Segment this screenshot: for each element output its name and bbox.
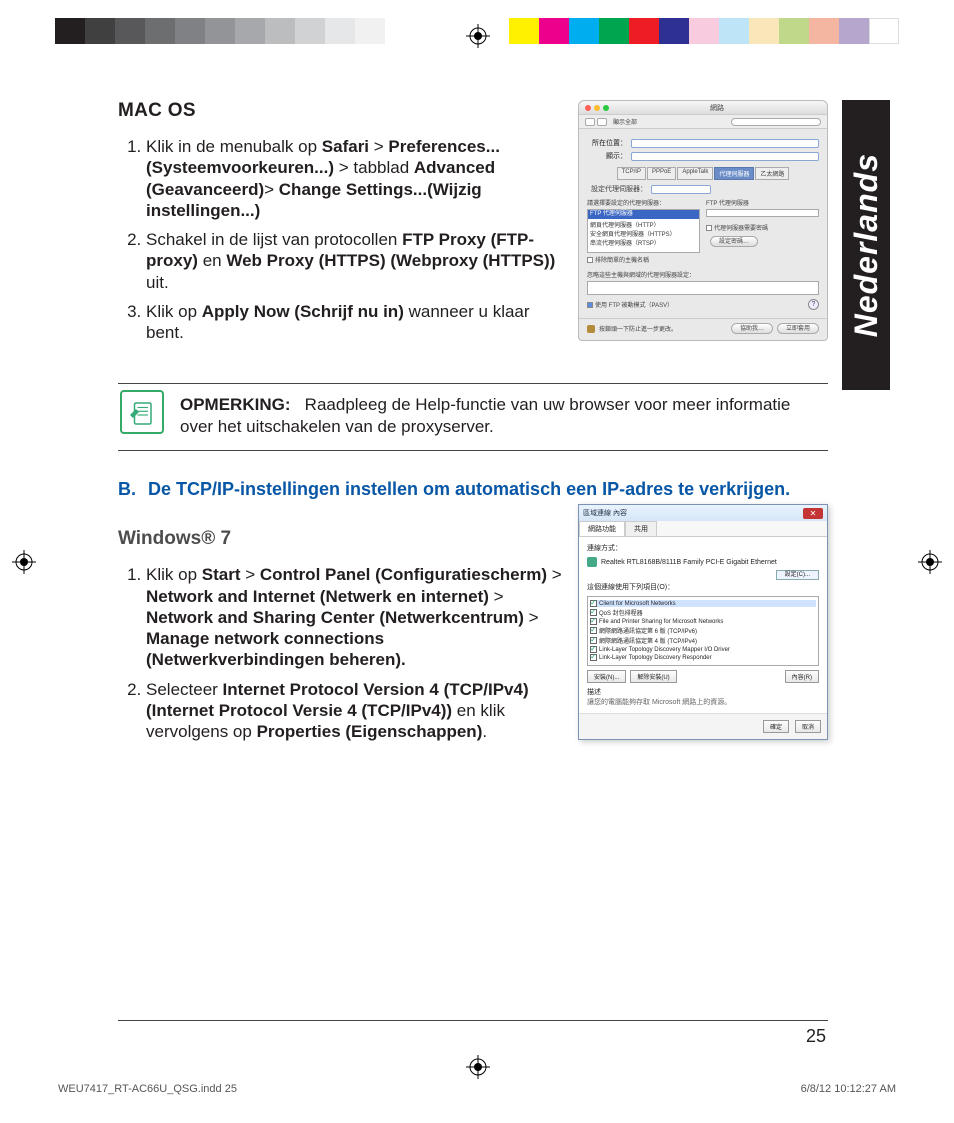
protocols-header: 請選擇要設定的代理伺服器： — [587, 198, 700, 207]
macos-step-1: Klik in de menubalk op Safari > Preferen… — [146, 136, 564, 221]
mac-tab-appletalk: AppleTalk — [677, 167, 713, 180]
item-ipv4: 網際網路通訊協定第 4 版 (TCP/IPv4) — [599, 636, 697, 645]
mac-tab-proxies: 代理伺服器 — [714, 167, 754, 180]
protocol-https: 安全網頁代理伺服器（HTTPS） — [590, 229, 676, 238]
mac-network-dialog: 網路 顯示全部 所在位置： 顯示： — [578, 100, 828, 341]
bypass-label: 忽略這些主機與網域的代理伺服器設定： — [587, 270, 819, 279]
imprint-line: WEU7417_RT-AC66U_QSG.indd 25 6/8/12 10:1… — [58, 1083, 896, 1095]
language-tab: Nederlands — [842, 100, 890, 390]
note-text: OPMERKING: Raadpleeg de Help-functie van… — [180, 394, 826, 438]
mac-tab-tcpip: TCP/IP — [617, 167, 646, 180]
registration-mark-icon — [12, 550, 36, 574]
assist-button: 協助我… — [731, 323, 773, 334]
proxy-config-select — [651, 185, 711, 194]
note-block: OPMERKING: Raadpleeg de Help-functie van… — [118, 383, 828, 451]
mac-tab-pppoe: PPPoE — [647, 167, 676, 180]
location-select — [631, 139, 819, 148]
nav-buttons — [585, 118, 607, 126]
uninstall-button: 解除安裝(U) — [630, 670, 676, 683]
exclude-simple-hostnames: 排除簡單的主機名稱 — [595, 255, 649, 264]
apply-now-button: 立即套用 — [777, 323, 819, 334]
description-label: 描述 — [587, 687, 819, 697]
macos-heading: MAC OS — [118, 100, 564, 122]
mac-tab-ethernet: 乙太網路 — [755, 167, 789, 180]
win-title: 區域連線 內容 — [583, 508, 627, 518]
help-icon: ? — [808, 299, 819, 310]
item-ipv6: 網際網路通訊協定第 6 版 (TCP/IPv6) — [599, 626, 697, 635]
ok-button: 確定 — [763, 720, 789, 733]
minimize-icon — [594, 105, 600, 111]
windows7-steps: Klik op Start > Control Panel (Configura… — [118, 564, 564, 742]
items-list: Client for Microsoft Networks QoS 封包排程器 … — [587, 596, 819, 666]
mac-window-title: 網路 — [710, 103, 724, 113]
show-label: 顯示： — [587, 151, 627, 161]
search-field — [731, 118, 821, 126]
win-step-2: Selecteer Internet Protocol Version 4 (T… — [146, 679, 564, 743]
adapter-icon — [587, 557, 597, 567]
language-tab-label: Nederlands — [848, 153, 885, 337]
item-qos: QoS 封包排程器 — [599, 608, 643, 617]
note-icon — [120, 390, 164, 434]
bypass-field — [587, 281, 819, 295]
proxy-password-checkbox: 代理伺服器需要密碼 — [714, 223, 768, 232]
configure-button: 設定(C)... — [776, 570, 819, 580]
lock-text: 按鎖頭一下防止進一步更改。 — [599, 324, 677, 333]
color-swatches — [509, 18, 899, 44]
registration-mark-icon — [466, 24, 490, 48]
close-icon — [585, 105, 591, 111]
item-lltd-responder: Link-Layer Topology Discovery Responder — [599, 655, 712, 661]
install-button: 安裝(N)... — [587, 670, 626, 683]
imprint-file: WEU7417_RT-AC66U_QSG.indd 25 — [58, 1083, 237, 1095]
section-b-heading: B. De TCP/IP-instellingen instellen om a… — [118, 479, 828, 500]
item-client: Client for Microsoft Networks — [599, 601, 676, 607]
section-letter: B. — [118, 479, 138, 500]
protocols-list: FTP 代理伺服器 網頁代理伺服器（HTTP） 安全網頁代理伺服器（HTTPS）… — [587, 209, 700, 253]
adapter-name: Realtek RTL8168B/8111B Family PCI-E Giga… — [601, 559, 777, 566]
footer-rule — [118, 1020, 828, 1021]
ftp-proxy-header: FTP 代理伺服器 — [706, 198, 819, 207]
location-label: 所在位置： — [587, 138, 627, 148]
ftp-proxy-host-field — [706, 209, 819, 217]
pasv-checkbox: 使用 FTP 被動模式（PASV） — [595, 300, 673, 309]
registration-mark-icon — [918, 550, 942, 574]
show-select — [631, 152, 819, 161]
win-step-1: Klik op Start > Control Panel (Configura… — [146, 564, 564, 670]
windows7-heading: Windows® 7 — [118, 528, 564, 550]
cancel-button: 取消 — [795, 720, 821, 733]
lock-icon — [587, 325, 595, 333]
win-tab-sharing: 共用 — [625, 521, 657, 536]
macos-step-2: Schakel in de lijst van protocollen FTP … — [146, 229, 564, 293]
items-label: 這個連線使用下列項目(O)： — [587, 582, 819, 592]
item-fileprint: File and Printer Sharing for Microsoft N… — [599, 619, 723, 625]
protocol-http: 網頁代理伺服器（HTTP） — [590, 220, 660, 229]
win-tab-networking: 網路功能 — [579, 521, 625, 536]
set-password-button: 設定密碼… — [710, 236, 758, 247]
macos-step-3: Klik op Apply Now (Schrijf nu in) wannee… — [146, 301, 564, 344]
description-text: 讓您的電腦能夠存取 Microsoft 網路上的資源。 — [587, 697, 819, 707]
registration-mark-icon — [466, 1055, 490, 1079]
properties-button: 內容(R) — [785, 670, 819, 683]
protocol-rtsp: 串流代理伺服器（RTSP） — [590, 238, 660, 247]
window-controls — [585, 105, 609, 111]
page-number: 25 — [806, 1026, 826, 1047]
show-all-button: 顯示全部 — [613, 117, 637, 126]
imprint-date: 6/8/12 10:12:27 AM — [801, 1083, 896, 1095]
grayscale-swatches — [55, 18, 385, 44]
item-lltd-mapper: Link-Layer Topology Discovery Mapper I/O… — [599, 647, 730, 653]
windows-lan-properties-dialog: 區域連線 內容 ✕ 網路功能 共用 連線方式： Realtek RTL8168B… — [578, 504, 828, 740]
protocol-ftp: FTP 代理伺服器 — [588, 210, 699, 219]
proxy-config-label: 設定代理伺服器： — [587, 184, 647, 194]
section-title: De TCP/IP-instellingen instellen om auto… — [148, 479, 828, 500]
connect-using-label: 連線方式： — [587, 543, 819, 553]
macos-steps: Klik in de menubalk op Safari > Preferen… — [118, 136, 564, 343]
zoom-icon — [603, 105, 609, 111]
close-icon: ✕ — [803, 508, 823, 519]
mac-tabs: TCP/IP PPPoE AppleTalk 代理伺服器 乙太網路 — [587, 167, 819, 180]
